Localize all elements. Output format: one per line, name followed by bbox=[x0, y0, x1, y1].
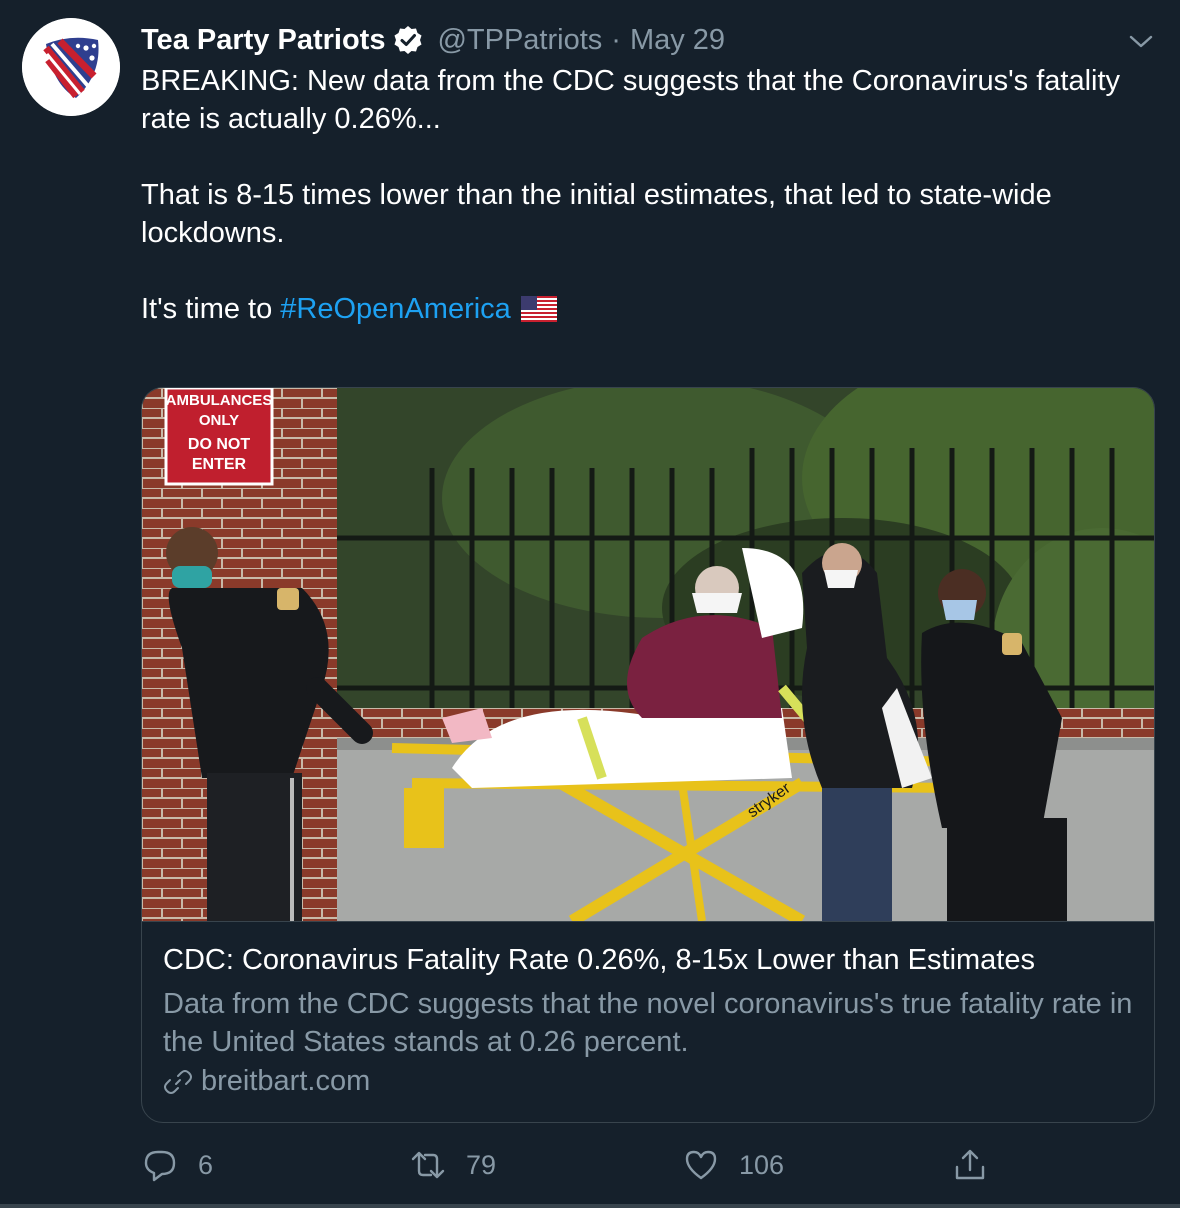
avatar[interactable] bbox=[22, 18, 120, 116]
tweet-actions: 6 79 106 bbox=[0, 1143, 1180, 1187]
tweet-header: Tea Party Patriots @TPPatriots · May 29 bbox=[141, 20, 725, 60]
us-flag-icon bbox=[520, 296, 557, 322]
sign-line-2: ONLY bbox=[199, 412, 239, 429]
heart-icon bbox=[683, 1147, 719, 1183]
link-preview-card[interactable]: AMBULANCES ONLY DO NOT ENTER stryker CDC… bbox=[141, 387, 1155, 1123]
tweet[interactable]: Tea Party Patriots @TPPatriots · May 29 … bbox=[0, 0, 1180, 1208]
share-button[interactable] bbox=[952, 1143, 988, 1187]
bottom-divider bbox=[0, 1204, 1180, 1208]
sign-line-3: DO NOT bbox=[188, 436, 250, 453]
retweet-button[interactable]: 79 bbox=[410, 1143, 496, 1187]
card-description: Data from the CDC suggests that the nove… bbox=[163, 988, 1133, 1058]
sign-line-4: ENTER bbox=[192, 456, 247, 473]
card-domain[interactable]: breitbart.com bbox=[163, 1065, 370, 1098]
tweet-date[interactable]: May 29 bbox=[630, 24, 725, 57]
like-count: 106 bbox=[739, 1149, 785, 1180]
link-icon bbox=[163, 1067, 193, 1097]
retweet-arrows-icon bbox=[410, 1147, 446, 1183]
tweet-text-line-3-prefix: It's time to bbox=[141, 293, 281, 325]
tweet-text-line-1: BREAKING: New data from the CDC suggests… bbox=[141, 65, 1121, 135]
chevron-down-icon[interactable] bbox=[1126, 26, 1156, 56]
tweet-text: BREAKING: New data from the CDC suggests… bbox=[141, 62, 1141, 328]
card-domain-text: breitbart.com bbox=[201, 1065, 371, 1097]
sign-line-1: AMBULANCES bbox=[166, 392, 273, 409]
author-name[interactable]: Tea Party Patriots bbox=[141, 24, 385, 57]
reply-count: 6 bbox=[198, 1149, 214, 1180]
retweet-count: 79 bbox=[466, 1149, 497, 1180]
speech-bubble-icon bbox=[142, 1147, 178, 1183]
hashtag-link[interactable]: #ReOpenAmerica bbox=[280, 293, 511, 325]
header-separator: · bbox=[611, 23, 621, 56]
reply-button[interactable]: 6 bbox=[142, 1143, 213, 1187]
verified-badge-icon bbox=[393, 25, 423, 55]
tweet-text-line-3: It's time to #ReOpenAmerica bbox=[141, 290, 1141, 328]
tweet-text-line-2: That is 8-15 times lower than the initia… bbox=[141, 179, 1052, 249]
card-title[interactable]: CDC: Coronavirus Fatality Rate 0.26%, 8-… bbox=[163, 944, 1035, 977]
share-upload-icon bbox=[952, 1147, 988, 1183]
like-button[interactable]: 106 bbox=[683, 1143, 784, 1187]
tea-party-patriots-shield-logo bbox=[22, 18, 120, 116]
author-handle[interactable]: @TPPatriots bbox=[437, 24, 602, 57]
card-image[interactable]: AMBULANCES ONLY DO NOT ENTER stryker bbox=[142, 388, 1154, 922]
